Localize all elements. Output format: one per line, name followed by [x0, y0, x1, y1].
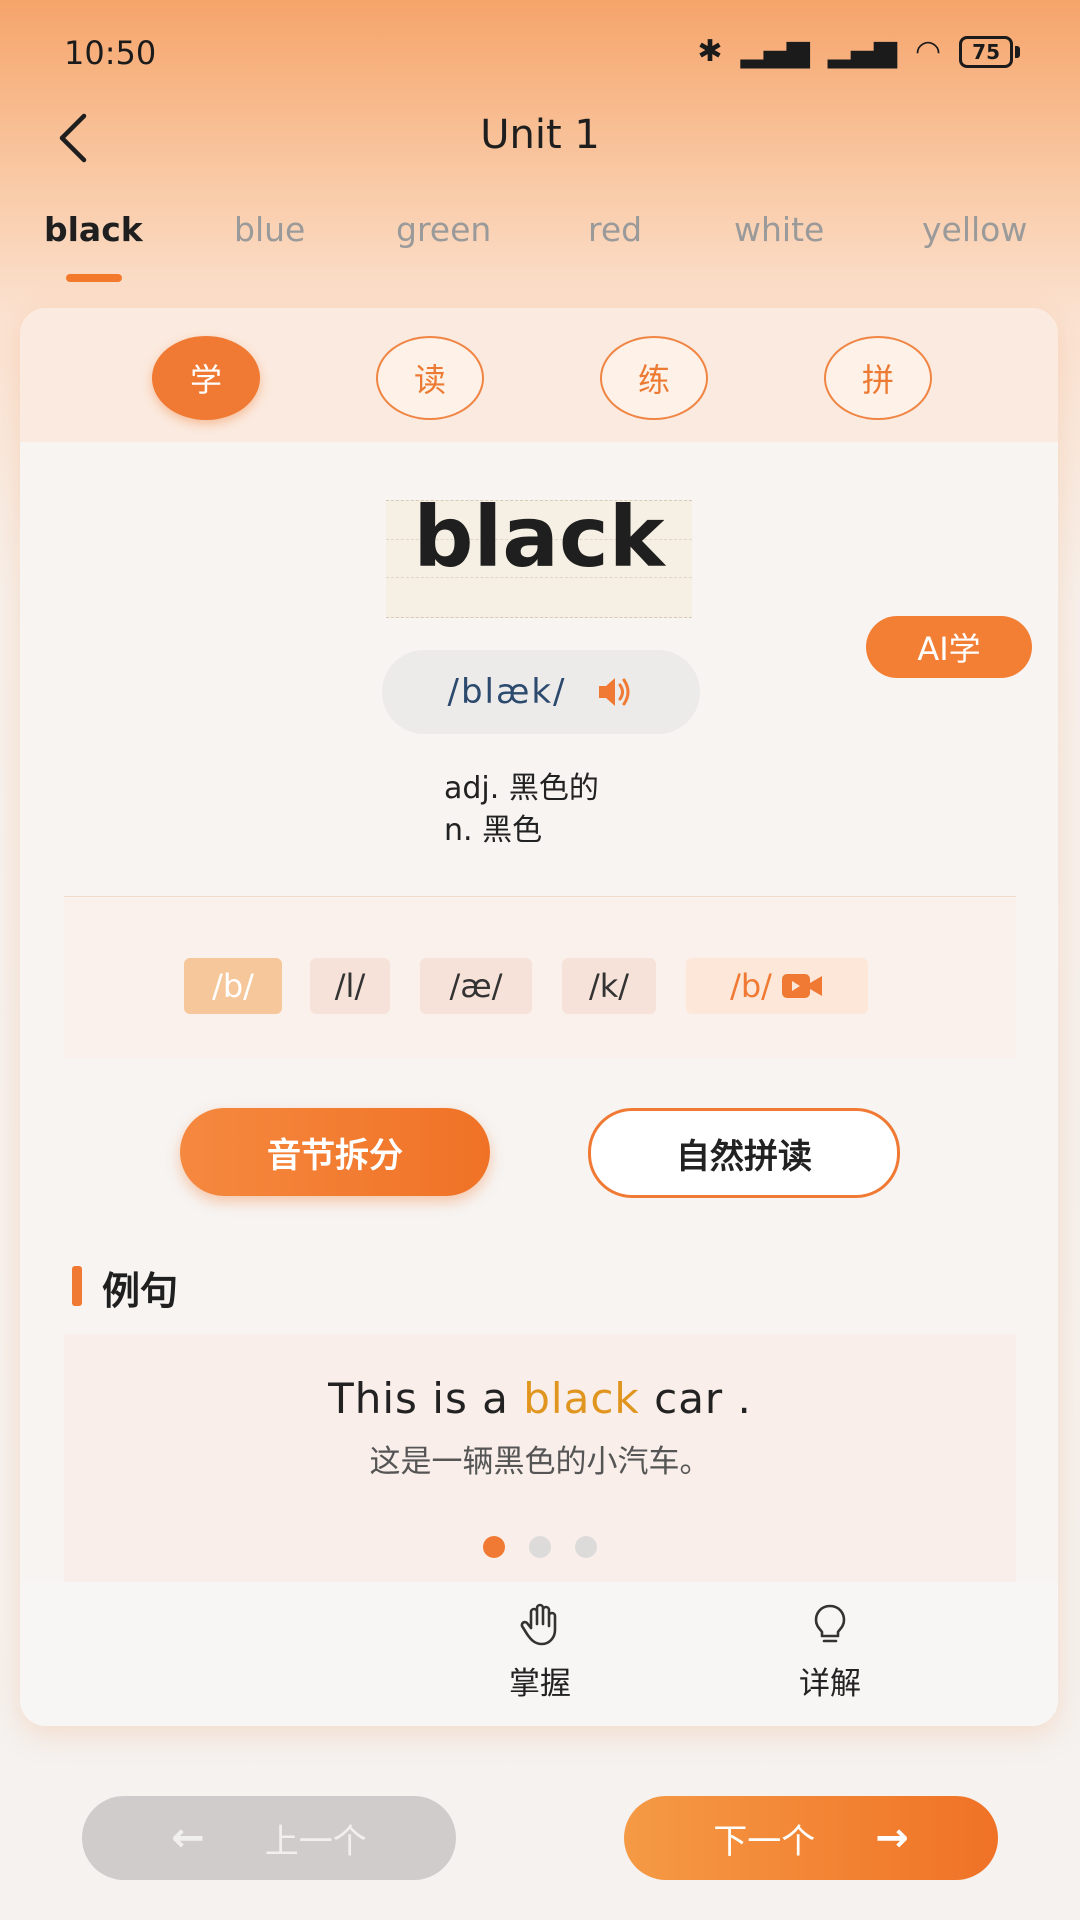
word-tabs: black blue green red white yellow: [0, 210, 1080, 282]
video-camera-icon: [781, 974, 822, 998]
mode-read[interactable]: 读: [376, 336, 484, 420]
phonetic-text: /blæk/: [447, 672, 567, 712]
next-button[interactable]: 下一个 →: [624, 1796, 998, 1880]
syllable-k[interactable]: /k/: [562, 958, 656, 1014]
tab-white[interactable]: white: [734, 210, 824, 249]
arrow-left-icon: ←: [171, 1815, 205, 1861]
battery-icon: 75: [959, 35, 1020, 68]
next-label: 下一个: [713, 1821, 816, 1862]
ai-learn-button[interactable]: AI学: [866, 616, 1032, 678]
phonetic-pill[interactable]: /blæk/: [382, 650, 700, 734]
syllable-b[interactable]: /b/: [184, 958, 282, 1014]
meaning-noun: n. 黑色: [444, 813, 543, 848]
prev-button[interactable]: ← 上一个: [82, 1796, 456, 1880]
tab-black[interactable]: black: [44, 210, 143, 249]
master-button[interactable]: 掌握: [460, 1602, 620, 1703]
syllable-split-button[interactable]: 音节拆分: [180, 1108, 490, 1196]
divider: [64, 896, 1016, 897]
word-meanings: adj. 黑色的 n. 黑色: [444, 768, 599, 852]
battery-level: 75: [959, 35, 1013, 68]
mode-practice[interactable]: 练: [600, 336, 708, 420]
status-icons: ✱ ▂▄▆ ▂▄▆ ◠ 75: [697, 34, 1020, 69]
section-marker: [72, 1266, 82, 1306]
tab-red[interactable]: red: [588, 210, 642, 249]
hand-icon: [520, 1603, 557, 1646]
example-text-after: car .: [639, 1374, 752, 1423]
phonics-button[interactable]: 自然拼读: [588, 1108, 900, 1198]
speaker-icon[interactable]: [595, 672, 635, 712]
wifi-icon: ◠: [914, 34, 942, 69]
word-card: 学 读 练 拼 black AI学 /blæk/ adj. 黑色的 n. 黑色 …: [20, 308, 1058, 1726]
bluetooth-icon: ✱: [697, 34, 723, 69]
page-title: Unit 1: [480, 112, 600, 158]
arrow-right-icon: →: [875, 1815, 909, 1861]
example-translation: 这是一辆黑色的小汽车。: [369, 1444, 711, 1480]
mode-learn[interactable]: 学: [152, 336, 260, 420]
signal-icon-2: ▂▄▆: [827, 34, 897, 69]
example-sentence: This is a black car .: [64, 1374, 1016, 1423]
examples-title: 例句: [102, 1269, 179, 1313]
detail-label: 详解: [799, 1666, 861, 1702]
meaning-adj: adj. 黑色的: [444, 771, 599, 806]
carousel-dots: [64, 1536, 1016, 1558]
mode-spell[interactable]: 拼: [824, 336, 932, 420]
carousel-dot-3[interactable]: [575, 1536, 597, 1558]
detail-button[interactable]: 详解: [750, 1602, 910, 1703]
tab-green[interactable]: green: [396, 210, 491, 249]
carousel-dot-2[interactable]: [529, 1536, 551, 1558]
syllable-video-button[interactable]: /b/: [686, 958, 868, 1014]
prev-label: 上一个: [264, 1821, 367, 1862]
syllable-l[interactable]: /l/: [310, 958, 390, 1014]
status-time: 10:50: [64, 34, 157, 72]
syllable-video-label: /b/: [730, 967, 772, 1005]
signal-icon: ▂▄▆: [740, 34, 810, 69]
syllable-ae[interactable]: /æ/: [420, 958, 532, 1014]
carousel-dot-1[interactable]: [483, 1536, 505, 1558]
tab-indicator: [66, 274, 122, 282]
lightbulb-icon: [814, 1604, 846, 1643]
tab-yellow[interactable]: yellow: [922, 210, 1027, 249]
example-text-before: This is a: [328, 1374, 524, 1423]
tab-blue[interactable]: blue: [234, 210, 305, 249]
master-label: 掌握: [509, 1666, 571, 1702]
example-highlight-word: black: [523, 1374, 640, 1423]
word-text: black: [413, 488, 665, 586]
